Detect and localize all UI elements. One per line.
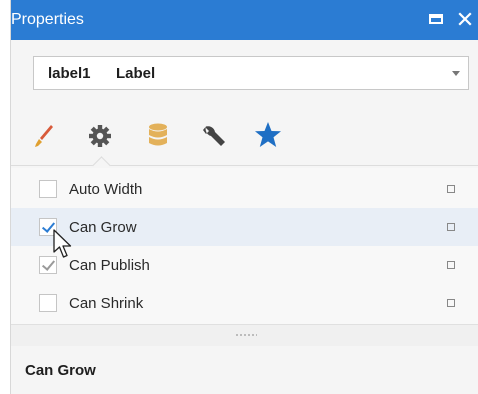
property-marker-icon[interactable] bbox=[447, 185, 455, 193]
property-row-can-shrink[interactable]: Can Shrink bbox=[11, 284, 478, 322]
property-row-can-publish[interactable]: Can Publish bbox=[11, 246, 478, 284]
property-row-auto-width[interactable]: Auto Width bbox=[11, 170, 478, 208]
star-icon[interactable] bbox=[251, 116, 285, 156]
selected-component-name: label1 bbox=[48, 65, 91, 82]
wrench-icon[interactable] bbox=[197, 116, 231, 156]
property-label: Can Grow bbox=[69, 219, 137, 236]
grip-icon[interactable] bbox=[235, 333, 257, 337]
property-marker-icon[interactable] bbox=[447, 223, 455, 231]
auto-width-checkbox[interactable] bbox=[39, 180, 57, 198]
component-selector[interactable]: label1 Label bbox=[33, 56, 469, 90]
property-list: Auto Width Can Grow Can Publish Can Shri… bbox=[11, 168, 478, 324]
property-marker-icon[interactable] bbox=[447, 299, 455, 307]
mouse-cursor-icon bbox=[53, 229, 72, 258]
chevron-down-icon[interactable] bbox=[452, 71, 460, 76]
panel-title: Properties bbox=[11, 11, 84, 28]
property-row-can-grow[interactable]: Can Grow bbox=[11, 208, 478, 246]
title-bar: Properties bbox=[11, 0, 478, 40]
gear-icon[interactable] bbox=[83, 116, 117, 156]
can-shrink-checkbox[interactable] bbox=[39, 294, 57, 312]
maximize-icon[interactable] bbox=[429, 14, 443, 24]
property-tabs bbox=[11, 112, 478, 175]
database-icon[interactable] bbox=[141, 116, 175, 156]
brush-icon[interactable] bbox=[25, 116, 59, 156]
selected-component-type: Label bbox=[116, 65, 156, 82]
property-marker-icon[interactable] bbox=[447, 261, 455, 269]
property-label: Can Publish bbox=[69, 257, 150, 274]
property-label: Can Shrink bbox=[69, 295, 144, 312]
properties-panel: Properties label1 Label Auto Width Can G… bbox=[10, 0, 478, 394]
close-icon[interactable] bbox=[457, 11, 473, 27]
tabs-divider bbox=[11, 165, 478, 166]
property-label: Auto Width bbox=[69, 181, 143, 198]
description-splitter[interactable] bbox=[11, 324, 478, 346]
description-title: Can Grow bbox=[25, 362, 96, 379]
